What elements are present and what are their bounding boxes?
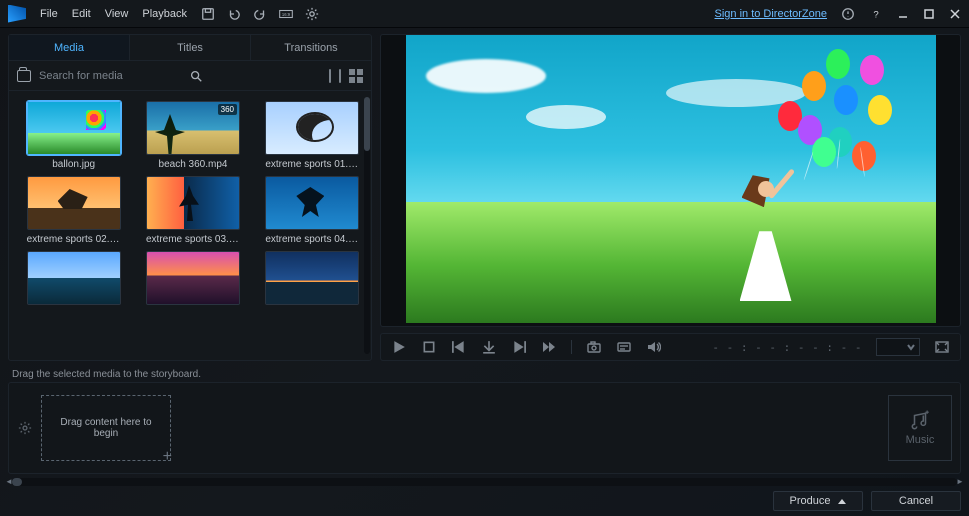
timecode-display: - - : - - : - - : - - [712,341,862,354]
media-item[interactable]: extreme sports 04.jpg [260,176,365,245]
close-button[interactable] [949,8,961,20]
media-grid-container: ballon.jpg 360 beach 360.mp4 extreme sports… [9,91,371,360]
footer-bar: Produce Cancel [0,490,969,516]
badge-360: 360 [218,104,237,115]
media-item[interactable]: 360 beach 360.mp4 [140,101,245,170]
menu-view[interactable]: View [105,8,129,20]
settings-icon[interactable] [305,7,319,21]
preview-viewport [380,34,961,327]
maximize-button[interactable] [923,8,935,20]
preview-frame [406,35,936,323]
media-item-label: beach 360.mp4 [159,159,228,170]
app-logo-icon [8,5,26,23]
app-root: File Edit View Playback 16:9 Sign in to … [0,0,969,516]
playback-controls: - - : - - : - - : - - [380,333,961,361]
minimize-button[interactable] [897,8,909,20]
menu-file[interactable]: File [40,8,58,20]
zoom-select[interactable] [876,338,920,356]
media-item[interactable]: extreme sports 02.jpg [21,176,126,245]
stop-button[interactable] [421,339,437,355]
preview-pane: - - : - - : - - : - - [380,34,961,361]
next-frame-button[interactable] [511,339,527,355]
storyboard-settings-icon[interactable] [17,420,33,436]
library-tabs: Media Titles Transitions [9,35,371,61]
notifications-icon[interactable] [841,7,855,21]
music-label: Music [906,434,935,446]
caption-button[interactable] [616,339,632,355]
media-item[interactable]: ballon.jpg [21,101,126,170]
play-button[interactable] [391,339,407,355]
media-item-label: extreme sports 02.jpg [27,234,121,245]
view-details-icon[interactable] [329,70,331,82]
view-thumbnails-icon[interactable] [339,70,341,82]
search-row [9,61,371,91]
library-scrollbar[interactable] [364,97,370,354]
media-item-label: extreme sports 04.jpg [265,234,359,245]
produce-button[interactable]: Produce [773,491,863,511]
snapshot-button[interactable] [586,339,602,355]
search-icon[interactable] [189,69,203,83]
media-item[interactable] [21,251,126,309]
media-item[interactable] [140,251,245,309]
signin-link[interactable]: Sign in to DirectorZone [715,8,828,20]
storyboard-scrollbar[interactable]: ◄ ► [12,478,957,486]
svg-text:?: ? [873,9,878,20]
undo-icon[interactable] [227,7,241,21]
media-item-label: extreme sports 01.jpg [265,159,359,170]
view-grid-icon[interactable] [349,69,363,83]
storyboard: Drag content here to begin Music [8,382,961,474]
library-pane: Media Titles Transitions ballon.jpg 360 be… [8,34,372,361]
redo-icon[interactable] [253,7,267,21]
media-item-label: extreme sports 03.jpg [146,234,240,245]
divider [571,340,572,354]
import-folder-icon[interactable] [17,69,31,83]
search-input[interactable] [39,70,181,82]
tab-titles[interactable]: Titles [130,35,251,60]
media-item[interactable]: extreme sports 03.jpg [140,176,245,245]
fast-forward-button[interactable] [541,339,557,355]
fullscreen-button[interactable] [934,339,950,355]
main-area: Media Titles Transitions ballon.jpg 360 be… [0,28,969,365]
help-icon[interactable]: ? [869,7,883,21]
storyboard-drop-slot[interactable]: Drag content here to begin [41,395,171,461]
chevron-right-icon[interactable]: ► [955,478,965,486]
media-item-label: ballon.jpg [52,159,95,170]
volume-button[interactable] [646,339,662,355]
chevron-up-icon [838,499,846,504]
media-item[interactable] [260,251,365,309]
cancel-button[interactable]: Cancel [871,491,961,511]
add-music-button[interactable]: Music [888,395,952,461]
prev-frame-button[interactable] [451,339,467,355]
media-item[interactable]: extreme sports 01.jpg [260,101,365,170]
menu-edit[interactable]: Edit [72,8,91,20]
menu-playback[interactable]: Playback [142,8,187,20]
preview-figure [736,171,796,301]
storyboard-hint: Drag the selected media to the storyboar… [0,365,969,382]
svg-text:16:9: 16:9 [282,12,291,17]
tab-transitions[interactable]: Transitions [251,35,371,60]
title-bar: File Edit View Playback 16:9 Sign in to … [0,0,969,28]
tab-media[interactable]: Media [9,35,130,60]
snapshot-point-button[interactable] [481,339,497,355]
aspect-ratio-icon[interactable]: 16:9 [279,7,293,21]
save-icon[interactable] [201,7,215,21]
